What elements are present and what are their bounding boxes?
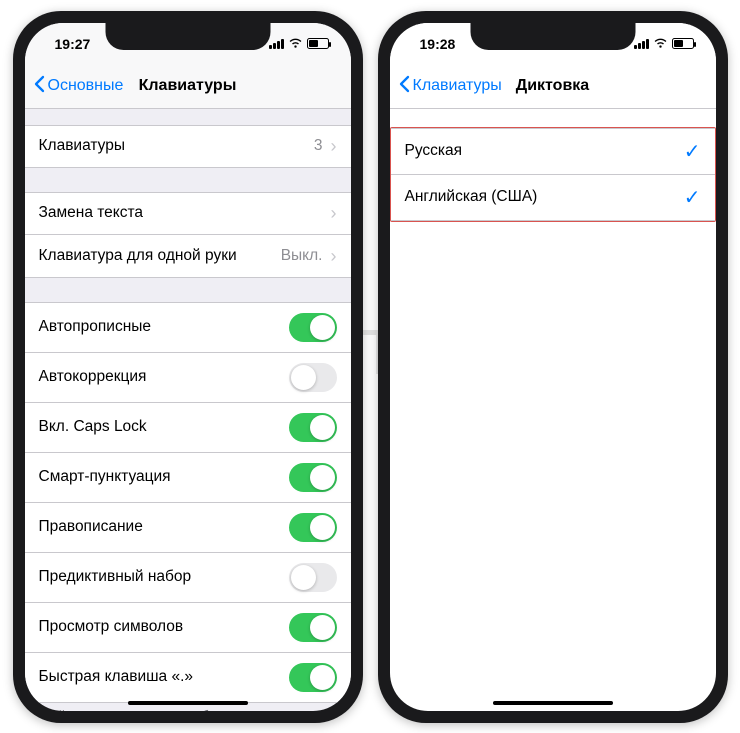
home-indicator[interactable] — [493, 701, 613, 705]
battery-icon — [307, 38, 329, 49]
row-text-replacement[interactable]: Замена текста › — [25, 192, 351, 235]
row-label: Вкл. Caps Lock — [39, 418, 147, 436]
status-icons — [269, 36, 329, 52]
row-label: Быстрая клавиша «.» — [39, 668, 194, 686]
row-label: Автокоррекция — [39, 368, 147, 386]
toggle-switch[interactable] — [289, 613, 337, 642]
row-value: 3 — [314, 137, 323, 155]
notch — [105, 23, 270, 50]
status-time: 19:27 — [55, 36, 91, 52]
row-label: Русская — [405, 142, 463, 160]
wifi-icon — [288, 36, 303, 52]
page-title: Клавиатуры — [139, 77, 237, 95]
status-icons — [634, 36, 694, 52]
row-label: Просмотр символов — [39, 618, 184, 636]
back-label: Основные — [48, 77, 124, 95]
row-toggle[interactable]: Правописание — [25, 503, 351, 553]
wifi-icon — [653, 36, 668, 52]
phone-right: 19:28 Клавиатуры Диктовка Русская✓Англий… — [378, 11, 728, 723]
chevron-right-icon: › — [331, 247, 337, 265]
chevron-left-icon — [33, 75, 45, 98]
row-label: Клавиатура для одной руки — [39, 247, 237, 265]
row-toggle[interactable]: Автокоррекция — [25, 353, 351, 403]
row-label: Правописание — [39, 518, 143, 536]
highlight-languages: Русская ✓ Английская (США) ✓ — [390, 127, 716, 222]
phone-left: 19:27 Основные Клавиатуры Клавиатуры — [13, 11, 363, 723]
row-label: Автопрописные — [39, 318, 152, 336]
toggle-switch[interactable] — [289, 563, 337, 592]
row-one-handed[interactable]: Клавиатура для одной руки Выкл. › — [25, 235, 351, 278]
chevron-right-icon: › — [331, 204, 337, 222]
dictation-content: Русская ✓ Английская (США) ✓ — [390, 109, 716, 711]
settings-content: Клавиатуры 3 › Замена текста › Клавиатур… — [25, 109, 351, 711]
toggle-switch[interactable] — [289, 413, 337, 442]
row-label: Предиктивный набор — [39, 568, 192, 586]
row-toggle[interactable]: Смарт-пунктуация — [25, 453, 351, 503]
checkmark-icon: ✓ — [684, 185, 701, 210]
nav-bar: Клавиатуры Диктовка — [390, 65, 716, 109]
row-toggle[interactable]: Автопрописные — [25, 302, 351, 353]
checkmark-icon: ✓ — [684, 139, 701, 164]
row-toggle[interactable]: Вкл. Caps Lock — [25, 403, 351, 453]
row-value: Выкл. — [281, 247, 323, 265]
toggle-switch[interactable] — [289, 463, 337, 492]
row-keyboards[interactable]: Клавиатуры 3 › — [25, 125, 351, 168]
status-time: 19:28 — [420, 36, 456, 52]
signal-icon — [269, 39, 284, 49]
row-language[interactable]: Английская (США) ✓ — [391, 175, 715, 221]
toggle-switch[interactable] — [289, 363, 337, 392]
notch — [470, 23, 635, 50]
row-toggle[interactable]: Просмотр символов — [25, 603, 351, 653]
page-title: Диктовка — [516, 77, 589, 95]
battery-icon — [672, 38, 694, 49]
toggle-switch[interactable] — [289, 513, 337, 542]
row-label: Смарт-пунктуация — [39, 468, 171, 486]
nav-bar: Основные Клавиатуры — [25, 65, 351, 109]
toggle-switch[interactable] — [289, 313, 337, 342]
home-indicator[interactable] — [128, 701, 248, 705]
row-language[interactable]: Русская ✓ — [391, 128, 715, 175]
chevron-left-icon — [398, 75, 410, 98]
chevron-right-icon: › — [331, 137, 337, 155]
row-label: Клавиатуры — [39, 137, 125, 155]
back-label: Клавиатуры — [413, 77, 502, 95]
toggle-switch[interactable] — [289, 663, 337, 692]
row-toggle[interactable]: Предиктивный набор — [25, 553, 351, 603]
back-button[interactable]: Основные — [25, 75, 124, 98]
signal-icon — [634, 39, 649, 49]
back-button[interactable]: Клавиатуры — [390, 75, 502, 98]
row-toggle[interactable]: Быстрая клавиша «.» — [25, 653, 351, 703]
row-label: Английская (США) — [405, 188, 538, 206]
row-label: Замена текста — [39, 204, 144, 222]
